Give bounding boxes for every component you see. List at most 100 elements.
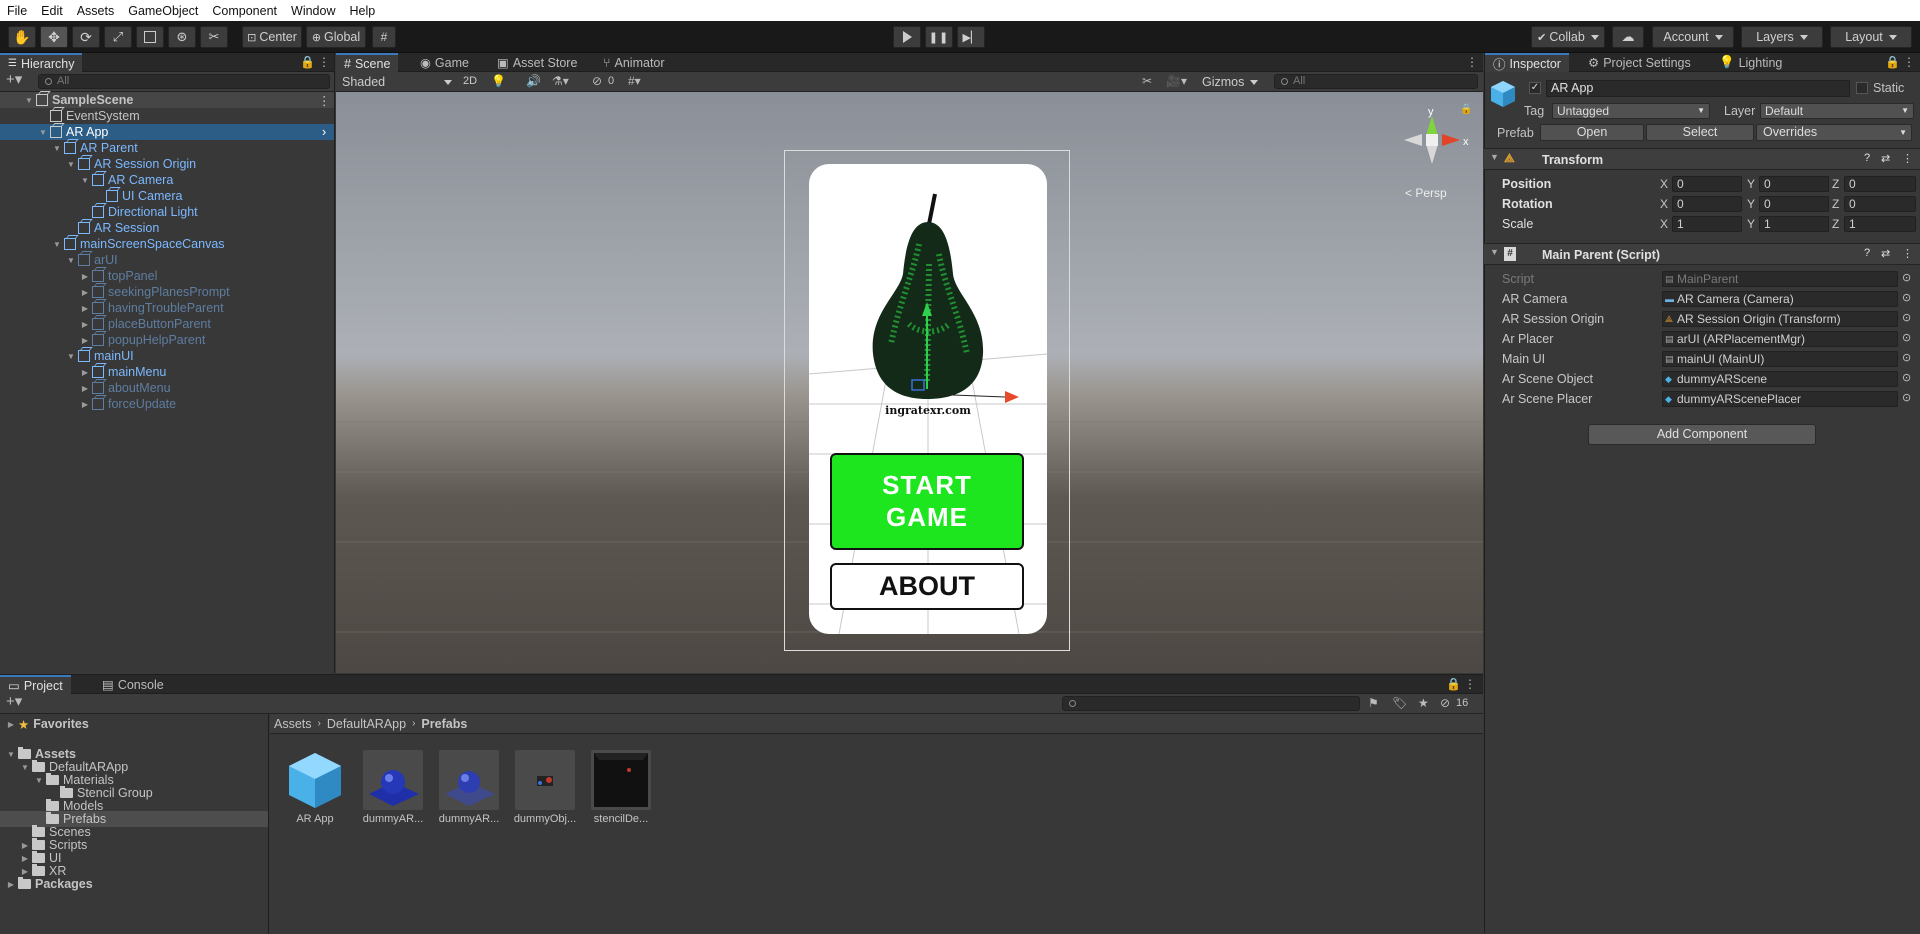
rotation-z-field[interactable]: 0 bbox=[1844, 196, 1916, 212]
persp-label[interactable]: < Persp bbox=[1405, 186, 1447, 200]
axis-label[interactable]: Z bbox=[1832, 177, 1839, 191]
collapse-arrow-icon[interactable]: ▶ bbox=[80, 319, 90, 329]
expand-arrow-icon[interactable]: ▼ bbox=[20, 762, 30, 772]
hierarchy-item[interactable]: Directional Light bbox=[0, 204, 334, 220]
camera-icon[interactable]: 🎥▾ bbox=[1166, 75, 1187, 87]
hierarchy-item[interactable]: ▶ aboutMenu bbox=[0, 380, 334, 396]
gizmos-dropdown[interactable]: Gizmos bbox=[1198, 73, 1266, 90]
hierarchy-item[interactable]: ▶ havingTroubleParent bbox=[0, 300, 334, 316]
grid-icon[interactable]: #▾ bbox=[628, 75, 641, 87]
play-button[interactable] bbox=[893, 26, 921, 48]
menu-edit[interactable]: Edit bbox=[34, 4, 70, 18]
script-component-header[interactable]: ▼ # Main Parent (Script) ? ⇄ ⋮ bbox=[1484, 243, 1920, 265]
collapse-arrow-icon[interactable]: ▶ bbox=[80, 303, 90, 313]
transform-tool-button[interactable]: ⊛ bbox=[168, 26, 196, 48]
more-menu-icon[interactable]: ⋮ bbox=[318, 56, 330, 68]
search-by-label-icon[interactable]: 🏷 bbox=[1392, 697, 1407, 709]
expand-arrow-icon[interactable]: ▼ bbox=[66, 159, 76, 169]
account-dropdown[interactable]: Account bbox=[1652, 26, 1734, 48]
scale-tool-button[interactable]: ⤢ bbox=[104, 26, 132, 48]
object-picker-icon[interactable]: ⊙ bbox=[1902, 291, 1911, 304]
scene-menu-icon[interactable]: ⋮ bbox=[318, 93, 331, 108]
object-reference-field[interactable]: ▤ arUI (ARPlacementMgr) bbox=[1662, 331, 1898, 347]
breadcrumb-prefabs[interactable]: Prefabs bbox=[421, 717, 467, 731]
rect-tool-button[interactable] bbox=[136, 26, 164, 48]
help-icon[interactable]: ? bbox=[1864, 247, 1870, 259]
prefab-overrides-dropdown[interactable]: Overrides ▼ bbox=[1756, 124, 1912, 141]
tab-hierarchy[interactable]: ☰ Hierarchy bbox=[0, 53, 83, 72]
object-reference-field[interactable]: ▤ mainUI (MainUI) bbox=[1662, 351, 1898, 367]
hierarchy-item[interactable]: EventSystem bbox=[0, 108, 334, 124]
object-reference-field[interactable]: ▤ MainParent bbox=[1662, 271, 1898, 287]
axis-label[interactable]: X bbox=[1660, 197, 1668, 211]
hierarchy-search-input[interactable]: All bbox=[38, 74, 330, 89]
static-checkbox[interactable] bbox=[1856, 82, 1868, 94]
component-menu-icon[interactable]: ⋮ bbox=[1902, 152, 1913, 165]
favorite-star-icon[interactable]: ★ bbox=[1418, 697, 1429, 709]
expand-arrow-icon[interactable]: ▼ bbox=[38, 127, 48, 137]
breadcrumb-defaultarapp[interactable]: DefaultARApp bbox=[327, 717, 406, 731]
asset-dummyobj[interactable] bbox=[515, 750, 575, 810]
hierarchy-item[interactable]: AR Session bbox=[0, 220, 334, 236]
folder-tree-item[interactable]: ▶ Packages bbox=[0, 876, 268, 892]
preset-icon[interactable]: ⇄ bbox=[1881, 152, 1890, 165]
collapse-arrow-icon[interactable]: ▶ bbox=[6, 879, 16, 889]
object-picker-icon[interactable]: ⊙ bbox=[1902, 311, 1911, 324]
object-picker-icon[interactable]: ⊙ bbox=[1902, 271, 1911, 284]
hierarchy-item[interactable]: ▼ arUI bbox=[0, 252, 334, 268]
hierarchy-item[interactable]: UI Camera bbox=[0, 188, 334, 204]
prefab-open-arrow-icon[interactable]: › bbox=[322, 125, 326, 139]
object-reference-field[interactable]: ⟁ AR Session Origin (Transform) bbox=[1662, 311, 1898, 327]
object-picker-icon[interactable]: ⊙ bbox=[1902, 391, 1911, 404]
axis-label[interactable]: Y bbox=[1747, 177, 1755, 191]
inspector-more-icon[interactable]: ⋮ bbox=[1903, 56, 1915, 68]
object-name-field[interactable]: AR App bbox=[1546, 80, 1850, 97]
add-component-button[interactable]: Add Component bbox=[1588, 424, 1816, 445]
inspector-lock-icon[interactable]: 🔒 bbox=[1885, 56, 1900, 68]
collapse-arrow-icon[interactable]: ▶ bbox=[20, 840, 30, 850]
hidden-objects-icon[interactable]: ⊘ bbox=[592, 75, 602, 87]
expand-arrow-icon[interactable]: ▼ bbox=[52, 143, 62, 153]
expand-arrow-icon[interactable]: ▼ bbox=[6, 749, 16, 759]
help-icon[interactable]: ? bbox=[1864, 152, 1870, 164]
tab-animator[interactable]: ⑂ Animator bbox=[595, 53, 673, 72]
hand-tool-button[interactable]: ✋ bbox=[8, 26, 36, 48]
preset-icon[interactable]: ⇄ bbox=[1881, 247, 1890, 260]
axis-label[interactable]: Z bbox=[1832, 197, 1839, 211]
project-lock-icon[interactable]: 🔒 bbox=[1446, 678, 1461, 690]
menu-file[interactable]: File bbox=[0, 4, 34, 18]
rotation-x-field[interactable]: 0 bbox=[1672, 196, 1742, 212]
asset-ar-app[interactable] bbox=[284, 749, 346, 811]
hierarchy-item[interactable]: ▼ AR App › bbox=[0, 124, 334, 140]
lighting-icon[interactable]: 💡 bbox=[491, 75, 506, 87]
collapse-arrow-icon[interactable]: ▶ bbox=[80, 367, 90, 377]
menu-assets[interactable]: Assets bbox=[70, 4, 122, 18]
expand-arrow-icon[interactable]: ▼ bbox=[66, 255, 76, 265]
breadcrumb-assets[interactable]: Assets bbox=[274, 717, 312, 731]
project-more-icon[interactable]: ⋮ bbox=[1464, 678, 1476, 690]
axis-label[interactable]: Z bbox=[1832, 217, 1839, 231]
custom-tool-button[interactable]: ✂ bbox=[200, 26, 228, 48]
hierarchy-item[interactable]: ▶ topPanel bbox=[0, 268, 334, 284]
folder-tree-item[interactable]: ▶ ★ Favorites bbox=[0, 716, 268, 732]
transform-component-header[interactable]: ▼ ⟁ Transform ? ⇄ ⋮ bbox=[1484, 148, 1920, 170]
cloud-button[interactable]: ☁ bbox=[1612, 26, 1644, 48]
expand-arrow-icon[interactable]: ▼ bbox=[24, 95, 34, 105]
step-button[interactable]: ▶▏ bbox=[957, 26, 985, 48]
asset-dummyar-1[interactable] bbox=[363, 750, 423, 810]
hidden-packages-icon[interactable]: ⊘ bbox=[1440, 697, 1450, 709]
prefab-open-button[interactable]: Open bbox=[1540, 124, 1644, 141]
move-tool-button[interactable]: ✥ bbox=[40, 26, 68, 48]
object-picker-icon[interactable]: ⊙ bbox=[1902, 351, 1911, 364]
axis-label[interactable]: X bbox=[1660, 217, 1668, 231]
hierarchy-item[interactable]: ▶ forceUpdate bbox=[0, 396, 334, 412]
hierarchy-item[interactable]: ▼ AR Camera bbox=[0, 172, 334, 188]
scale-z-field[interactable]: 1 bbox=[1844, 216, 1916, 232]
tab-asset-store[interactable]: ▣ Asset Store bbox=[489, 53, 585, 72]
rotate-tool-button[interactable]: ⟳ bbox=[72, 26, 100, 48]
position-y-field[interactable]: 0 bbox=[1759, 176, 1829, 192]
scene-search-input[interactable]: All bbox=[1274, 74, 1478, 89]
start-game-button[interactable]: START GAME bbox=[830, 453, 1024, 550]
collapse-arrow-icon[interactable]: ▶ bbox=[80, 271, 90, 281]
mode-2d-toggle[interactable]: 2D bbox=[458, 73, 482, 90]
